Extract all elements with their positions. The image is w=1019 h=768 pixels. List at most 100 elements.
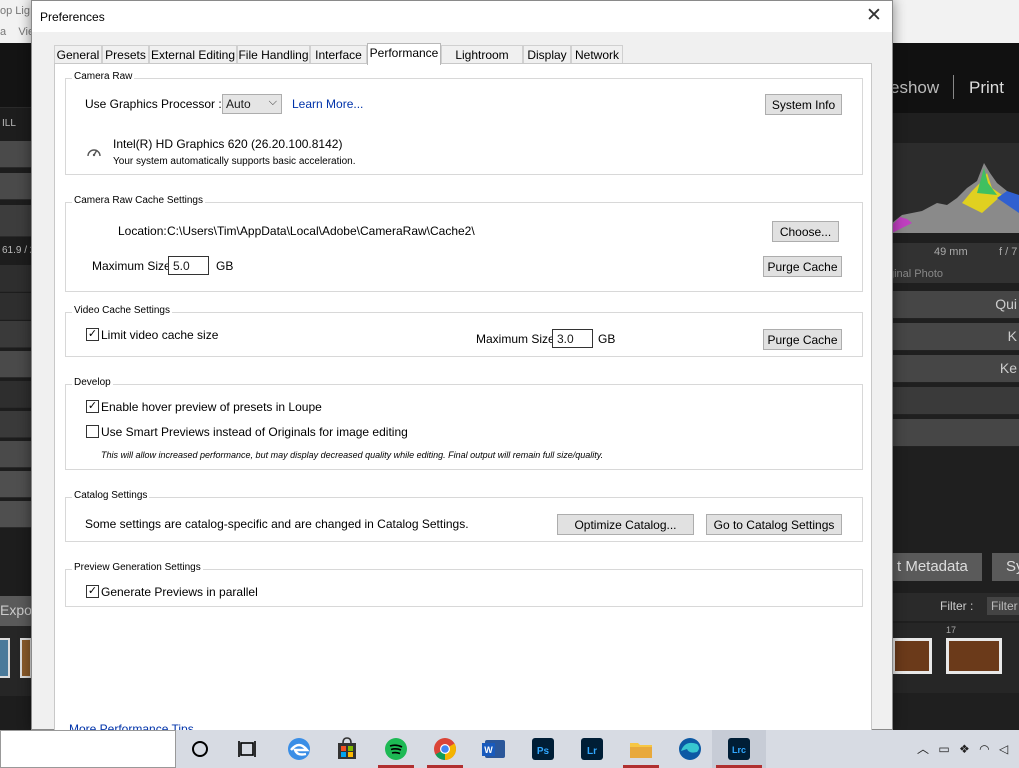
video-unit-label: GB — [598, 332, 616, 346]
keyword-list-panel[interactable]: Ke — [892, 355, 1019, 383]
hover-preview-checkbox[interactable]: ✓ — [86, 400, 99, 413]
develop-group: Develop ✓ Enable hover preview of preset… — [65, 377, 863, 470]
film-frame-number: 17 — [946, 625, 957, 635]
chrome-icon[interactable] — [430, 734, 460, 764]
smart-previews-note: This will allow increased performance, b… — [101, 450, 604, 460]
sync-settings-button[interactable]: Sy — [992, 553, 1019, 581]
system-info-button[interactable]: System Info — [765, 94, 842, 115]
go-to-catalog-settings-button[interactable]: Go to Catalog Settings — [706, 514, 842, 535]
catalog-settings-group: Catalog Settings Some settings are catal… — [65, 490, 863, 542]
lightroom-classic-icon-label: Lrc — [732, 745, 746, 755]
cache-max-size-input[interactable]: 5.0 — [168, 256, 209, 275]
catalog-description: Some settings are catalog-specific and a… — [85, 517, 469, 531]
optimize-catalog-button[interactable]: Optimize Catalog... — [557, 514, 694, 535]
original-photo-label: ginal Photo — [888, 268, 944, 280]
lightroom-title-fragment: op Lig — [0, 5, 30, 17]
cache-max-size-label: Maximum Size: — [92, 259, 175, 273]
purge-cache-button[interactable]: Purge Cache — [763, 256, 842, 277]
performance-panel: Camera Raw Use Graphics Processor : Auto… — [54, 63, 872, 736]
export-button[interactable]: Expor — [0, 596, 37, 626]
gpu-status: Your system automatically supports basic… — [113, 156, 356, 167]
file-explorer-icon[interactable] — [626, 734, 656, 764]
cache-unit-label: GB — [216, 259, 234, 273]
task-view-icon[interactable] — [232, 734, 262, 764]
spotify-icon[interactable] — [381, 734, 411, 764]
lightroom-menu-fragment: a Vie — [0, 26, 35, 38]
smart-previews-label: Use Smart Previews instead of Originals … — [101, 425, 408, 439]
filter-label: Filter : — [940, 599, 974, 613]
lightroom-classic-icon[interactable]: Lrc — [724, 734, 754, 764]
video-max-size-input[interactable]: 3.0 — [552, 329, 593, 348]
limit-video-cache-label: Limit video cache size — [101, 328, 219, 342]
left-panel-label: ILL — [2, 118, 16, 129]
lightroom-icon-label: Lr — [587, 746, 597, 757]
comments-panel[interactable] — [892, 419, 1019, 447]
gpu-select[interactable]: Auto ⌵ — [222, 94, 282, 114]
video-purge-cache-button[interactable]: Purge Cache — [763, 329, 842, 350]
word-icon[interactable]: W — [479, 734, 509, 764]
metadata-panel[interactable] — [892, 387, 1019, 415]
tab-file-handling[interactable]: File Handling — [237, 45, 310, 64]
preferences-dialog: Preferences ✕ General Presets External E… — [31, 0, 893, 736]
filter-select[interactable]: Filter — [987, 597, 1019, 615]
dropbox-icon[interactable]: ❖ — [959, 742, 970, 756]
lightroom-icon[interactable]: Lr — [577, 734, 607, 764]
filmstrip-right: 17 — [892, 623, 1019, 693]
choose-button[interactable]: Choose... — [772, 221, 839, 242]
photoshop-icon-label: Ps — [537, 746, 550, 757]
tab-network[interactable]: Network — [571, 45, 623, 64]
video-cache-group-label: Video Cache Settings — [72, 305, 172, 316]
cache-group-label: Camera Raw Cache Settings — [72, 195, 205, 206]
catalog-group-label: Catalog Settings — [72, 490, 150, 501]
taskbar-search-box[interactable] — [0, 730, 176, 768]
filter-bar: Filter : Filter — [892, 593, 1019, 621]
module-print[interactable]: Print — [969, 78, 1004, 98]
camera-raw-cache-group: Camera Raw Cache Settings Location: C:\U… — [65, 195, 863, 292]
chevron-down-icon: ⌵ — [268, 96, 277, 108]
cortana-icon[interactable] — [185, 734, 215, 764]
dialog-titlebar: Preferences ✕ — [32, 1, 892, 32]
tab-presets[interactable]: Presets — [102, 45, 149, 64]
quick-develop-panel[interactable]: Qui — [892, 291, 1019, 319]
battery-icon[interactable]: ▭ — [938, 742, 949, 756]
keywording-panel[interactable]: K — [892, 323, 1019, 351]
previews-parallel-label: Generate Previews in parallel — [101, 585, 258, 599]
gauge-icon — [87, 149, 101, 157]
tab-interface[interactable]: Interface — [310, 45, 367, 64]
volume-icon[interactable]: ◁ — [999, 742, 1008, 756]
store-icon[interactable] — [332, 734, 362, 764]
tab-lightroom-sync[interactable]: Lightroom Sync — [441, 45, 523, 76]
tab-general[interactable]: General — [54, 45, 102, 64]
word-icon-label: W — [484, 745, 493, 755]
edge-legacy-icon[interactable] — [284, 734, 314, 764]
system-tray: ︿ ▭ ❖ ◠ ◁ — [917, 740, 1008, 757]
gpu-select-value: Auto — [226, 97, 251, 111]
sync-metadata-button[interactable]: t Metadata — [892, 553, 982, 581]
photoshop-icon[interactable]: Ps — [528, 734, 558, 764]
tab-performance[interactable]: Performance — [367, 43, 441, 65]
chevron-up-icon[interactable]: ︿ — [917, 742, 929, 756]
dialog-title: Preferences — [40, 10, 105, 24]
tab-external-editing[interactable]: External Editing — [149, 45, 237, 64]
develop-group-label: Develop — [72, 377, 113, 388]
wifi-icon[interactable]: ◠ — [979, 742, 989, 756]
learn-more-link[interactable]: Learn More... — [292, 97, 363, 111]
edge-icon[interactable] — [675, 734, 705, 764]
photo-info: 49 mm f / 7 ginal Photo — [888, 243, 1019, 283]
module-slideshow[interactable]: eshow — [890, 78, 939, 98]
close-icon[interactable]: ✕ — [862, 4, 886, 28]
smart-previews-checkbox[interactable] — [86, 425, 99, 438]
camera-raw-group: Camera Raw Use Graphics Processor : Auto… — [65, 71, 863, 175]
tab-display[interactable]: Display — [523, 45, 571, 64]
lightroom-right-panel: eshow Print 49 mm f / 7 ginal Photo Qui … — [888, 43, 1019, 730]
hover-preview-label: Enable hover preview of presets in Loupe — [101, 400, 322, 414]
previews-parallel-checkbox[interactable]: ✓ — [86, 585, 99, 598]
gpu-label: Use Graphics Processor : — [85, 97, 222, 111]
gpu-name: Intel(R) HD Graphics 620 (26.20.100.8142… — [113, 137, 343, 151]
camera-raw-group-label: Camera Raw — [72, 71, 135, 82]
filmstrip-left — [0, 626, 34, 696]
preview-group-label: Preview Generation Settings — [72, 562, 203, 573]
limit-video-cache-checkbox[interactable]: ✓ — [86, 328, 99, 341]
windows-taskbar: W Ps Lr Lrc ︿ ▭ ❖ ◠ ◁ — [0, 730, 1019, 768]
histogram — [892, 143, 1019, 233]
